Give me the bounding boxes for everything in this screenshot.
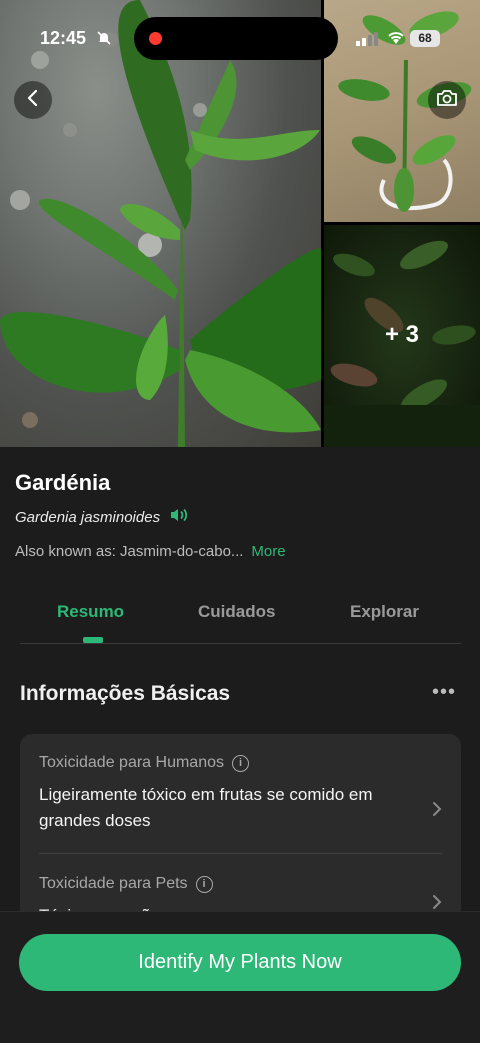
tab-bar: Resumo Cuidados Explorar xyxy=(20,596,461,644)
identify-plants-button[interactable]: Identify My Plants Now xyxy=(19,934,461,991)
wifi-icon xyxy=(386,29,406,50)
dynamic-island xyxy=(134,17,338,60)
speaker-icon[interactable] xyxy=(170,508,188,527)
more-link[interactable]: More xyxy=(251,543,285,560)
chevron-left-icon xyxy=(26,89,40,112)
also-known-as: Also known as: Jasmim-do-cabo... More xyxy=(15,543,286,560)
tab-cuidados[interactable]: Cuidados xyxy=(198,602,275,622)
more-options-icon[interactable]: ••• xyxy=(432,681,456,704)
also-known-as-text: Also known as: Jasmim-do-cabo... xyxy=(15,543,244,560)
human-toxicity-value: Ligeiramente tóxico em frutas se comido … xyxy=(39,785,373,830)
info-icon[interactable]: i xyxy=(232,754,249,772)
plant-photo-more[interactable]: + 3 xyxy=(324,225,480,447)
info-row-human-toxicity[interactable]: Toxicidade para Humanos i Ligeiramente t… xyxy=(39,754,442,834)
bottom-action-bar: Identify My Plants Now xyxy=(0,911,480,1043)
camera-icon xyxy=(436,89,458,112)
divider xyxy=(39,853,442,854)
chevron-right-icon xyxy=(432,800,442,823)
active-tab-indicator xyxy=(83,637,103,643)
info-icon[interactable]: i xyxy=(195,875,213,893)
plant-common-name: Gardénia xyxy=(15,470,111,495)
bell-muted-icon xyxy=(96,30,112,49)
recording-indicator xyxy=(149,32,162,45)
tab-resumo[interactable]: Resumo xyxy=(57,602,124,622)
section-title: Informações Básicas xyxy=(20,682,231,705)
info-row-label: Toxicidade para Pets i xyxy=(39,875,442,893)
back-button[interactable] xyxy=(14,81,52,119)
pet-toxicity-label: Toxicidade para Pets xyxy=(39,875,188,892)
battery-indicator: 68 xyxy=(410,30,440,47)
human-toxicity-label: Toxicidade para Humanos xyxy=(39,754,224,771)
status-bar: 12:45 68 xyxy=(0,0,480,76)
plant-scientific-name: Gardenia jasminoides xyxy=(15,509,161,526)
cellular-signal-icon xyxy=(356,32,378,51)
status-time: 12:45 xyxy=(40,28,87,48)
scientific-name-row: Gardenia jasminoides xyxy=(15,508,188,527)
more-photos-count: + 3 xyxy=(384,321,420,348)
info-row-label: Toxicidade para Humanos i xyxy=(39,754,442,772)
tab-explorar[interactable]: Explorar xyxy=(350,602,419,622)
camera-button[interactable] xyxy=(428,81,466,119)
